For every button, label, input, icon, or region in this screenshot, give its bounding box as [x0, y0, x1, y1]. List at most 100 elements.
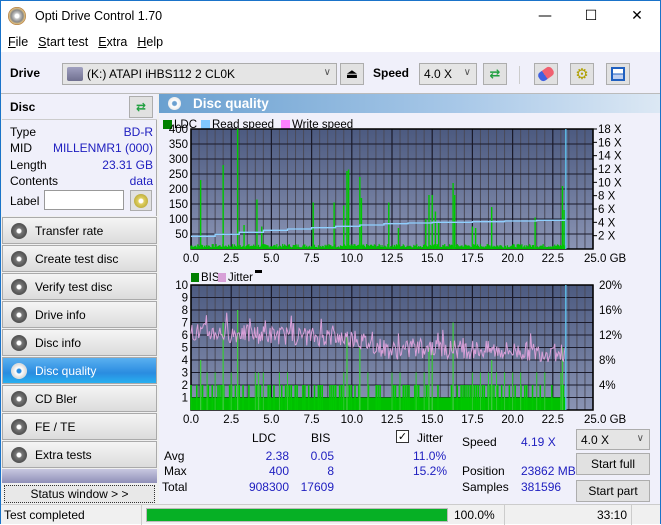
x-tick-label: 25.0 GB	[584, 414, 627, 424]
menu-extra[interactable]: Extra	[98, 35, 127, 49]
col-bis-header: BIS	[311, 431, 331, 445]
cd-icon	[134, 193, 148, 208]
legend-read-speed-swatch	[201, 120, 210, 129]
menu-file[interactable]: File	[8, 35, 28, 49]
avg-ldc: 2.38	[265, 449, 289, 463]
elapsed-time: 33:10	[596, 508, 627, 522]
speed-select[interactable]: 4.0 X ∨	[419, 63, 477, 85]
drive-icon	[67, 67, 83, 81]
x-tick-label: 17.5	[461, 414, 483, 424]
legend-bis: BIS	[201, 272, 220, 284]
test-speed-select[interactable]: 4.0 X ∨	[576, 429, 650, 450]
maximize-button[interactable]: ☐	[568, 1, 614, 31]
minimize-button[interactable]: —	[522, 1, 568, 31]
menu-help[interactable]: Help	[137, 35, 163, 49]
samples-value: 381596	[521, 480, 562, 494]
y-tick-label: 400	[169, 124, 188, 136]
nav-disc-quality[interactable]: Disc quality	[2, 357, 157, 384]
x-tick-label: 17.5	[461, 253, 483, 265]
y-tick-label: 6	[182, 330, 188, 342]
drive-select[interactable]: (K:) ATAPI iHBS112 2 CL0K ∨	[62, 63, 337, 85]
x-tick-label: 7.5	[304, 414, 320, 424]
y-tick-label: 8	[182, 305, 188, 317]
y2-tick-label: 8 X	[598, 191, 616, 203]
x-tick-label: 20.0	[501, 253, 523, 265]
x-tick-label: 25.0 GB	[584, 253, 627, 265]
total-bis: 17609	[300, 480, 334, 494]
y2-tick-label: 18 X	[598, 124, 622, 136]
eject-button[interactable]: ⏏	[340, 63, 364, 85]
chevron-down-icon: ∨	[323, 67, 331, 78]
window-title: Opti Drive Control 1.70	[35, 9, 163, 23]
jitter-header: Jitter	[417, 431, 444, 445]
disc-label-button[interactable]	[130, 190, 152, 211]
y2-tick-label: 12%	[599, 330, 622, 342]
disc-label-input[interactable]	[44, 190, 124, 210]
settings-button[interactable]: ⚙	[570, 63, 594, 85]
status-window-button[interactable]: Status window > >	[4, 485, 155, 503]
erase-button[interactable]	[534, 63, 558, 85]
x-tick-label: 5.0	[263, 253, 279, 265]
erase-icon	[536, 65, 556, 83]
start-part-button[interactable]: Start part	[576, 480, 650, 502]
y2-tick-label: 6 X	[598, 204, 616, 216]
nav-create-test-disc[interactable]: Create test disc	[2, 245, 157, 272]
y-tick-label: 150	[169, 199, 188, 211]
nav-verify-test-disc[interactable]: Verify test disc	[2, 273, 157, 300]
nav-extra-tests[interactable]: Extra tests	[2, 441, 157, 468]
nav-drive-info[interactable]: Drive info	[2, 301, 157, 328]
y-tick-label: 7	[182, 318, 188, 330]
extra-tests-icon	[11, 446, 27, 463]
save-button[interactable]	[606, 63, 630, 85]
close-button[interactable]: ✕	[614, 1, 660, 31]
refresh-icon: ⇄	[135, 100, 147, 114]
max-bis: 8	[327, 464, 334, 478]
y2-tick-label: 4%	[599, 380, 616, 392]
x-tick-label: 5.0	[263, 414, 279, 424]
nav-disc-info[interactable]: Disc info	[2, 329, 157, 356]
speed-value: 4.19 X	[521, 435, 556, 449]
nav-transfer-rate[interactable]: Transfer rate	[2, 217, 157, 244]
y-tick-label: 350	[169, 139, 188, 151]
y-tick-label: 100	[169, 214, 188, 226]
y-tick-label: 3	[182, 368, 188, 380]
fe-te-icon	[11, 418, 27, 435]
disc-refresh-button[interactable]: ⇄	[129, 96, 153, 118]
y2-tick-label: 8%	[599, 355, 616, 367]
disc-contents-label: Contents	[10, 174, 59, 188]
x-tick-label: 10.0	[341, 253, 363, 265]
y2-tick-label: 4 X	[598, 217, 616, 229]
nav-fe-te[interactable]: FE / TE	[2, 413, 157, 440]
avg-bis: 0.05	[310, 449, 334, 463]
disc-mid-label: MID	[10, 141, 32, 155]
disc-mid-value: MILLENMR1 (000)	[52, 141, 153, 155]
ldc-chart: LDC Read speed Write speed 0.0 2.5 5.0 7.5 1…	[163, 119, 627, 265]
title-bar: Opti Drive Control 1.70 — ☐ ✕	[1, 1, 660, 31]
menu-bar: File Start test Extra Help	[1, 31, 660, 52]
y-tick-label: 1	[182, 393, 188, 405]
y-tick-label: 300	[169, 154, 188, 166]
progress-bar	[146, 508, 448, 522]
disc-label-label: Label	[10, 194, 40, 208]
menu-start-test[interactable]: Start test	[38, 35, 88, 49]
y-tick-label: 10	[175, 280, 188, 292]
y-tick-label: 9	[182, 293, 188, 305]
x-tick-label: 12.5	[381, 253, 403, 265]
start-full-button[interactable]: Start full	[576, 453, 650, 475]
y-tick-label: 4	[182, 355, 189, 367]
x-tick-label: 22.5	[542, 253, 564, 265]
disc-quality-panel: Disc quality LDC Read speed Write speed …	[159, 94, 660, 504]
disc-type-label: Type	[10, 125, 37, 139]
x-tick-label: 15.0	[421, 253, 443, 265]
y-tick-label: 200	[169, 184, 188, 196]
x-tick-label: 20.0	[501, 414, 523, 424]
y-tick-label: 2	[182, 380, 188, 392]
jitter-checkbox[interactable]: ✓	[396, 430, 409, 443]
x-tick-label: 22.5	[542, 414, 564, 424]
nav-cd-bler[interactable]: CD Bler	[2, 385, 157, 412]
total-label: Total	[162, 480, 188, 494]
disc-header: Disc	[10, 100, 36, 114]
speed-label: Speed	[462, 435, 497, 449]
disc-length-label: Length	[10, 158, 47, 172]
refresh-button[interactable]: ⇄	[483, 63, 507, 85]
